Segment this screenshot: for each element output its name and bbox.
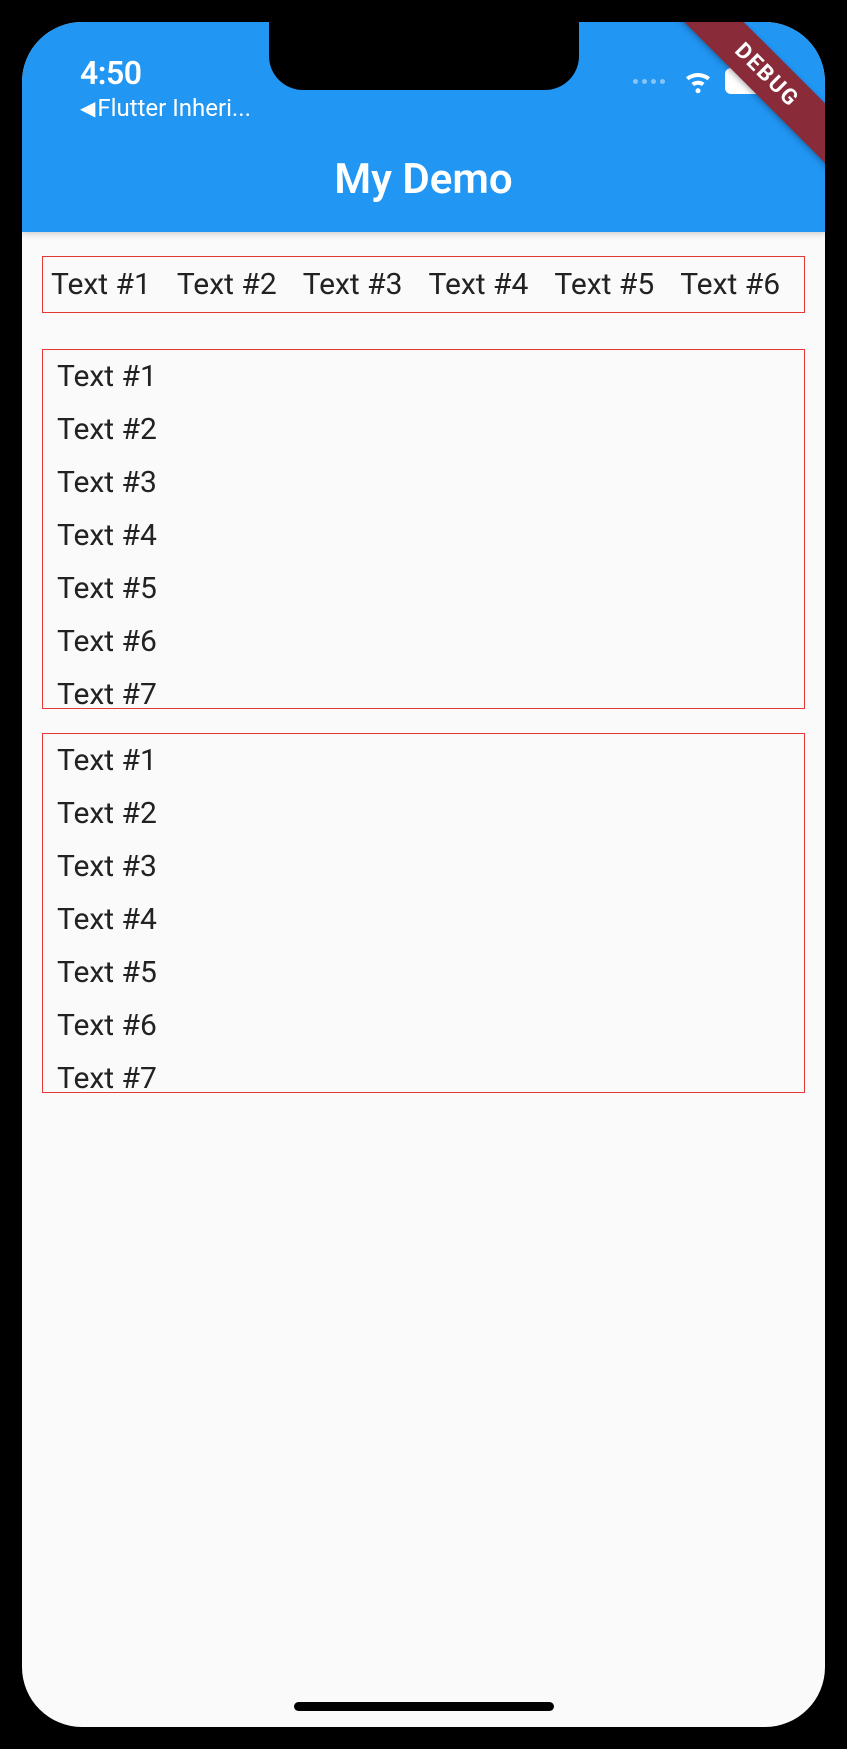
list-item: Text #5 xyxy=(552,267,656,302)
list-item: Text #5 xyxy=(43,562,804,615)
list-item: Text #2 xyxy=(43,403,804,456)
list-item: Text #4 xyxy=(43,509,804,562)
back-app-label: Flutter Inheri... xyxy=(97,94,251,122)
list-item: Text #1 xyxy=(43,734,804,787)
list-item: Text #6 xyxy=(678,267,782,302)
list-item: Text #4 xyxy=(427,267,531,302)
list-item: Text #4 xyxy=(43,893,804,946)
status-time: 4:50 xyxy=(80,54,251,92)
device-frame: DEBUG 4:50 ◀ Flutter Inheri... My Demo xyxy=(0,0,847,1749)
list-item: Text #3 xyxy=(43,456,804,509)
page-title: My Demo xyxy=(334,155,512,204)
vertical-list-a[interactable]: Text #1 Text #2 Text #3 Text #4 Text #5 … xyxy=(43,350,804,709)
battery-icon xyxy=(725,68,777,94)
vertical-list-panel-b[interactable]: Text #1 Text #2 Text #3 Text #4 Text #5 … xyxy=(42,733,805,1093)
list-item: Text #1 xyxy=(49,267,153,302)
content: Text #1 Text #2 Text #3 Text #4 Text #5 … xyxy=(22,232,825,1093)
back-to-app-button[interactable]: ◀ Flutter Inheri... xyxy=(80,94,251,122)
list-item: Text #7 xyxy=(43,668,804,709)
list-item: Text #7 xyxy=(43,1052,804,1093)
screen: DEBUG 4:50 ◀ Flutter Inheri... My Demo xyxy=(22,22,825,1727)
list-item: Text #6 xyxy=(43,615,804,668)
status-left: 4:50 ◀ Flutter Inheri... xyxy=(22,22,251,122)
wifi-icon xyxy=(681,62,715,100)
list-item: Text #5 xyxy=(43,946,804,999)
home-indicator[interactable] xyxy=(294,1702,554,1711)
list-item: Text #2 xyxy=(43,787,804,840)
horizontal-list-panel[interactable]: Text #1 Text #2 Text #3 Text #4 Text #5 … xyxy=(42,256,805,313)
notch xyxy=(269,22,579,90)
list-item: Text #1 xyxy=(43,350,804,403)
status-right xyxy=(633,22,825,100)
cellular-icon xyxy=(633,79,665,84)
list-item: Text #6 xyxy=(43,999,804,1052)
back-caret-icon: ◀ xyxy=(80,96,95,120)
list-item: Text #3 xyxy=(43,840,804,893)
vertical-list-b[interactable]: Text #1 Text #2 Text #3 Text #4 Text #5 … xyxy=(43,734,804,1093)
vertical-list-panel-a[interactable]: Text #1 Text #2 Text #3 Text #4 Text #5 … xyxy=(42,349,805,709)
horizontal-list[interactable]: Text #1 Text #2 Text #3 Text #4 Text #5 … xyxy=(43,257,804,312)
list-item: Text #2 xyxy=(175,267,279,302)
list-item: Text #3 xyxy=(301,267,405,302)
